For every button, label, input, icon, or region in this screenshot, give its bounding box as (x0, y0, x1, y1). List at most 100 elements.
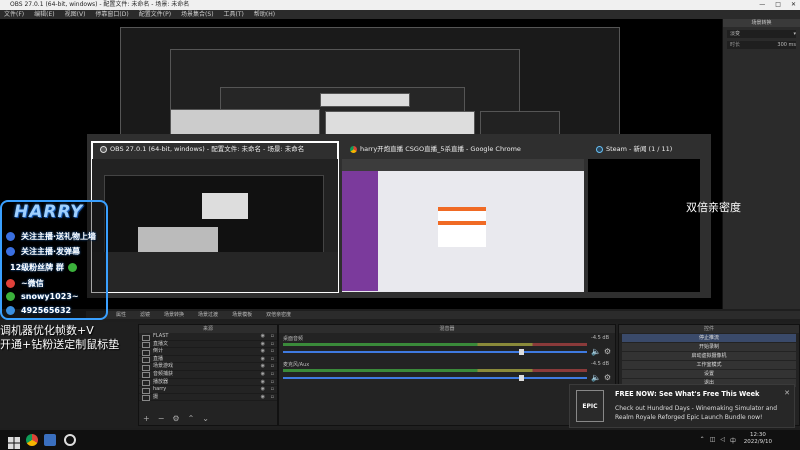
overlay-line: snowy1023~ (6, 292, 79, 301)
app-icon[interactable] (44, 434, 56, 446)
menu-view[interactable]: 视图(V) (65, 10, 86, 19)
virtual-camera-button[interactable]: 启动虚拟摄像机 (622, 352, 796, 360)
volume-slider[interactable] (283, 377, 587, 379)
lock-icon[interactable]: ▫ (271, 386, 274, 394)
notification-body: Check out Hundred Days - Winemaking Simu… (615, 405, 778, 421)
studio-mode-button[interactable]: 工作室模式 (622, 361, 796, 369)
lock-icon[interactable]: ▫ (271, 394, 274, 402)
transition-type-select[interactable]: 淡变 ▾ (727, 30, 796, 38)
window-title: OBS 27.0.1 (64-bit, windows) - 配置文件: 未命名… (10, 1, 190, 8)
tab-filters[interactable]: 滤镜 (140, 311, 150, 319)
list-item[interactable]: FLAST ◉ ▫ (139, 333, 277, 341)
window-thumbnail (342, 159, 584, 292)
lock-icon[interactable]: ▫ (271, 333, 274, 341)
eye-icon[interactable]: ◉ (261, 386, 265, 394)
tab-scene-transition[interactable]: 场景转换 (164, 311, 184, 319)
close-icon[interactable]: ✕ (784, 389, 790, 397)
start-recording-button[interactable]: 开始录制 (622, 343, 796, 351)
tab-properties[interactable]: 属性 (116, 311, 126, 319)
list-item[interactable]: harry ◉ ▫ (139, 386, 277, 394)
settings-button[interactable]: 设置 (622, 370, 796, 378)
list-item[interactable]: 倒计 ◉ ▫ (139, 348, 277, 356)
input-language[interactable]: 中 (730, 436, 736, 445)
menu-scene-collection[interactable]: 场景集合(S) (181, 10, 214, 19)
chrome-icon[interactable] (26, 434, 38, 446)
lock-icon[interactable]: ▫ (271, 363, 274, 371)
volume-slider[interactable] (283, 351, 587, 353)
system-tray: ⌃ ◫ ◁ 中 (700, 436, 736, 445)
menu-profile[interactable]: 配置文件(P) (139, 10, 171, 19)
volume-meter (283, 343, 587, 346)
transitions-dock: 场景转换 淡变 ▾ 时长 300 ms (722, 19, 800, 309)
clock[interactable]: 12:30 2022/9/10 (744, 432, 772, 446)
time: 12:30 (749, 432, 766, 438)
switcher-window-chrome[interactable]: harry开炮直播 CSGO直播_5杀直播 - Google Chrome (342, 142, 584, 292)
mixer-channel: 桌面音频 -4.5 dB 🔈 ⚙ (279, 333, 615, 359)
overlay-line: 关注主播·发弹幕 (6, 246, 80, 257)
tab-scene-fade[interactable]: 场景过渡 (198, 311, 218, 319)
transition-duration-field[interactable]: 时长 300 ms (727, 41, 796, 49)
volume-knob[interactable] (519, 349, 524, 355)
menu-tools[interactable]: 工具(T) (224, 10, 244, 19)
volume-knob[interactable] (519, 375, 524, 381)
channel-db: -4.5 dB (591, 361, 609, 367)
windows-start-icon[interactable] (8, 434, 20, 449)
lock-icon[interactable]: ▫ (271, 348, 274, 356)
list-item[interactable]: 场景游戏 ◉ ▫ (139, 363, 277, 371)
speaker-icon[interactable]: 🔈 (591, 373, 601, 382)
stop-streaming-button[interactable]: 停止推流 (622, 334, 796, 342)
speaker-icon[interactable]: ◁ (720, 436, 725, 445)
menu-edit[interactable]: 编辑(E) (34, 10, 54, 19)
overlay-line: 12级粉丝牌 群 (10, 262, 83, 273)
tab-scene-template[interactable]: 场景模板 (232, 311, 252, 319)
lock-icon[interactable]: ▫ (271, 379, 274, 387)
eye-icon[interactable]: ◉ (261, 363, 265, 371)
notification-title: FREE NOW: See What's Free This Week (615, 390, 760, 398)
channel-name: 麦克风/Aux (283, 362, 310, 368)
eye-icon[interactable]: ◉ (261, 379, 265, 387)
streamer-logo: HARRY (14, 202, 84, 222)
add-icon[interactable]: + (143, 414, 150, 423)
channel-name: 桌面音频 (283, 336, 304, 342)
sources-header: 来源 (139, 325, 277, 333)
eye-icon[interactable]: ◉ (261, 333, 265, 341)
gear-icon[interactable]: ⚙ (604, 347, 611, 356)
minimize-button[interactable]: — (759, 0, 765, 10)
menu-file[interactable]: 文件(F) (4, 10, 24, 19)
lock-icon[interactable]: ▫ (271, 371, 274, 379)
gear-icon[interactable]: ⚙ (172, 414, 179, 423)
list-item[interactable]: 音频捕获 ◉ ▫ (139, 371, 277, 379)
move-down-icon[interactable]: ⌄ (202, 414, 209, 423)
close-button[interactable]: ✕ (791, 0, 796, 10)
notification-toast[interactable]: EPIC FREE NOW: See What's Free This Week… (569, 384, 795, 428)
eye-icon[interactable]: ◉ (261, 394, 265, 402)
remove-icon[interactable]: − (158, 414, 165, 423)
speaker-icon[interactable]: 🔈 (591, 347, 601, 356)
obs-icon[interactable] (64, 434, 76, 446)
maximize-button[interactable]: □ (775, 0, 781, 10)
lock-icon[interactable]: ▫ (271, 341, 274, 349)
chevron-up-icon[interactable]: ⌃ (700, 436, 705, 445)
wechat-icon (67, 263, 77, 272)
eye-icon[interactable]: ◉ (261, 341, 265, 349)
eye-icon[interactable]: ◉ (261, 356, 265, 364)
menu-docks[interactable]: 停靠窗口(D) (95, 10, 128, 19)
window-thumbnail (588, 159, 700, 292)
window-titlebar[interactable]: OBS 27.0.1 (64-bit, windows) - 配置文件: 未命名… (0, 0, 800, 10)
lock-icon[interactable]: ▫ (271, 356, 274, 364)
eye-icon[interactable]: ◉ (261, 371, 265, 379)
list-item[interactable]: 摄 ◉ ▫ (139, 394, 277, 402)
overlay-promo-text: 开通+钻粉送定制鼠标垫 (0, 338, 120, 351)
volume-meter (283, 369, 587, 372)
qq-icon (6, 306, 15, 315)
gear-icon[interactable]: ⚙ (604, 373, 611, 382)
switcher-window-obs[interactable]: OBS 27.0.1 (64-bit, windows) - 配置文件: 未命名… (91, 141, 339, 293)
eye-icon[interactable]: ◉ (261, 348, 265, 356)
mixer-channel: 麦克风/Aux -4.5 dB 🔈 ⚙ (279, 359, 615, 385)
tab-double-intimacy[interactable]: 双倍亲密度 (266, 311, 291, 319)
move-up-icon[interactable]: ⌃ (188, 414, 195, 423)
menu-help[interactable]: 帮助(H) (254, 10, 275, 19)
switcher-window-steam[interactable]: Steam - 新闻 (1 / 11) (588, 142, 700, 292)
list-item[interactable]: 播放器 ◉ ▫ (139, 379, 277, 387)
network-icon[interactable]: ◫ (710, 436, 716, 445)
